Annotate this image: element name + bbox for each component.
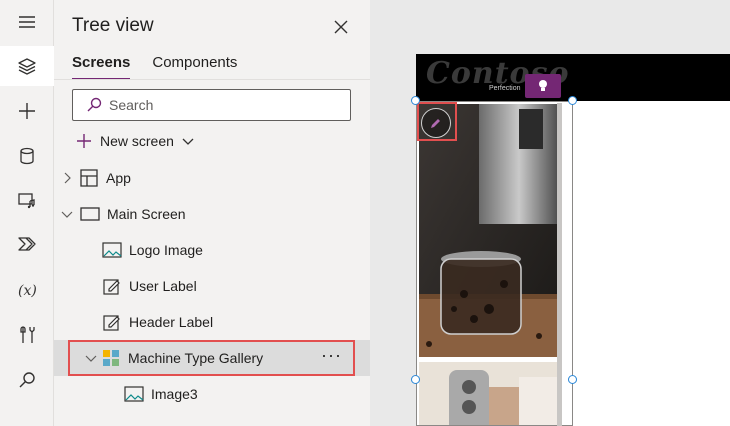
hamburger-icon xyxy=(19,16,35,28)
tab-screens[interactable]: Screens xyxy=(72,54,131,80)
tools-icon xyxy=(20,326,35,343)
gallery-scrollbar[interactable] xyxy=(557,103,562,426)
search-icon xyxy=(87,97,102,112)
edit-item-button[interactable] xyxy=(421,108,451,138)
tree-item-label: User Label xyxy=(129,278,197,294)
search-rail-button[interactable] xyxy=(0,360,54,400)
gallery-image-1[interactable] xyxy=(419,104,559,357)
label-edit-icon xyxy=(103,279,120,295)
insert-button[interactable] xyxy=(0,91,54,131)
image-icon xyxy=(102,242,122,258)
app-header[interactable]: Contoso Perfection xyxy=(416,54,730,101)
label-edit-icon xyxy=(103,315,120,331)
power-automate-button[interactable] xyxy=(0,224,54,264)
tree-item-image3[interactable]: Image3 xyxy=(54,376,370,412)
tree-item-app[interactable]: App xyxy=(54,160,370,196)
hamburger-menu-button[interactable] xyxy=(0,2,54,42)
search-input[interactable] xyxy=(109,97,339,113)
more-options-icon[interactable]: ··· xyxy=(321,346,342,364)
tree-item-machine-type-gallery[interactable]: Machine Type Gallery ··· xyxy=(54,340,370,376)
tree-item-label: Main Screen xyxy=(107,206,186,222)
tree-item-header-label[interactable]: Header Label xyxy=(54,304,370,340)
plus-icon xyxy=(77,134,91,148)
svg-text:(x): (x) xyxy=(18,283,37,299)
chevron-right-icon xyxy=(64,172,71,184)
tree-item-label: Machine Type Gallery xyxy=(128,350,264,366)
tree-view-button[interactable] xyxy=(0,46,54,86)
machine-type-gallery[interactable] xyxy=(416,101,573,426)
chevron-down-icon xyxy=(61,211,73,218)
power-automate-icon xyxy=(18,237,36,251)
resize-handle[interactable] xyxy=(568,375,577,384)
media-button[interactable] xyxy=(0,180,54,220)
left-rail: (x) xyxy=(0,0,54,426)
resize-handle[interactable] xyxy=(411,96,420,105)
tab-components[interactable]: Components xyxy=(152,54,237,80)
lightbulb-icon xyxy=(539,80,547,91)
image-icon xyxy=(124,386,144,402)
resize-handle[interactable] xyxy=(411,375,420,384)
close-icon[interactable] xyxy=(330,16,352,38)
design-canvas: Contoso Perfection xyxy=(370,0,730,426)
tree-item-label: Logo Image xyxy=(129,242,203,258)
plus-icon xyxy=(19,103,35,119)
tree-item-logo-image[interactable]: Logo Image xyxy=(54,232,370,268)
tree-item-label: Header Label xyxy=(129,314,214,330)
variables-icon: (x) xyxy=(18,283,37,299)
logo-tagline: Perfection xyxy=(489,85,521,92)
screen-icon xyxy=(80,207,100,221)
advanced-tools-button[interactable] xyxy=(0,315,54,355)
ideas-button[interactable] xyxy=(525,74,561,98)
new-screen-label: New screen xyxy=(100,133,174,149)
tree-item-user-label[interactable]: User Label xyxy=(54,268,370,304)
resize-handle[interactable] xyxy=(568,96,577,105)
tree-item-main-screen[interactable]: Main Screen xyxy=(54,196,370,232)
app-icon xyxy=(80,169,98,187)
media-icon xyxy=(18,193,35,209)
layers-icon xyxy=(18,58,36,75)
search-icon xyxy=(19,372,35,388)
new-screen-button[interactable]: New screen xyxy=(76,130,194,152)
variables-button[interactable]: (x) xyxy=(0,270,54,310)
chevron-down-icon xyxy=(182,138,194,145)
gallery-image-2[interactable] xyxy=(419,362,559,426)
gallery-icon xyxy=(103,350,119,366)
tree-view-panel: Tree view Screens Components New screen … xyxy=(54,0,370,426)
tree-item-label: App xyxy=(106,170,131,186)
tree-item-label: Image3 xyxy=(151,386,198,402)
tab-strip: Screens Components xyxy=(72,54,237,80)
tabs-divider xyxy=(54,79,370,80)
panel-title: Tree view xyxy=(72,15,154,36)
search-box[interactable] xyxy=(72,89,351,121)
chevron-down-icon xyxy=(85,355,97,362)
data-button[interactable] xyxy=(0,136,54,176)
pencil-icon xyxy=(431,119,440,128)
database-icon xyxy=(20,147,34,165)
